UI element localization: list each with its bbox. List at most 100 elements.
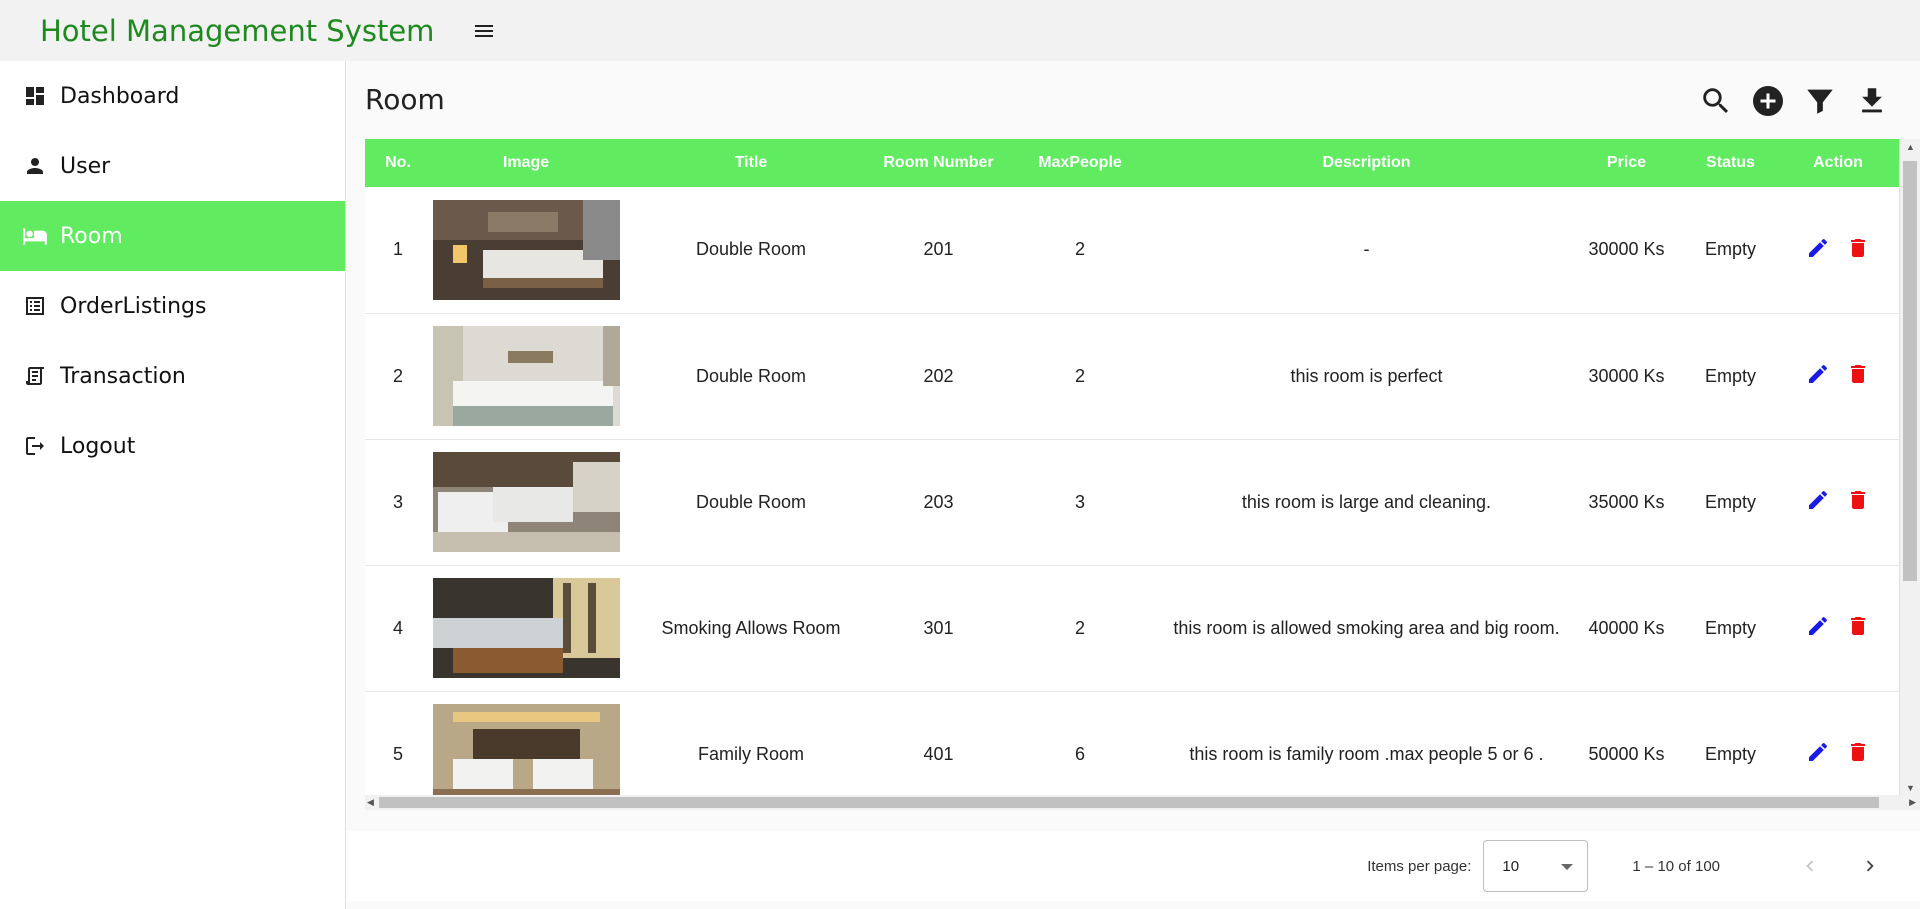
cell-max-people: 6: [1074, 743, 1085, 764]
cell-max-people: 2: [1074, 365, 1085, 386]
room-table: No. Image Title Room Number MaxPeople De…: [365, 139, 1920, 810]
sidebar-item-room[interactable]: Room: [0, 201, 345, 271]
sidebar-item-logout[interactable]: Logout: [0, 411, 345, 481]
vertical-scrollbar-thumb[interactable]: [1903, 161, 1917, 581]
delete-icon[interactable]: [1845, 487, 1871, 513]
sidebar-item-transaction[interactable]: Transaction: [0, 341, 345, 411]
edit-icon[interactable]: [1805, 487, 1831, 513]
sidebar-item-label: User: [60, 153, 111, 179]
menu-icon[interactable]: [470, 17, 498, 45]
column-header-price[interactable]: Price: [1569, 139, 1684, 187]
sidebar-item-label: Logout: [60, 433, 136, 459]
cell-status: Empty: [1704, 365, 1756, 386]
items-per-page-label: Items per page:: [1367, 857, 1472, 875]
sidebar-item-label: OrderListings: [60, 293, 207, 319]
room-image: [432, 199, 620, 300]
items-per-page-value: 10: [1502, 857, 1520, 875]
cell-price: 40000 Ks: [1588, 617, 1665, 638]
sidebar-item-orderlistings[interactable]: OrderListings: [0, 271, 345, 341]
table-row: 5 Family Room 401 6 this room is family …: [365, 691, 1899, 810]
edit-icon[interactable]: [1805, 739, 1831, 765]
filter-icon[interactable]: [1802, 83, 1838, 119]
logout-icon: [22, 433, 48, 459]
dropdown-arrow-icon: [1561, 858, 1574, 875]
column-header-max-people[interactable]: MaxPeople: [996, 139, 1164, 187]
cell-room-number: 203: [923, 491, 954, 512]
sidebar-item-label: Room: [60, 223, 123, 249]
cell-no: 3: [392, 491, 403, 512]
cell-room-number: 201: [923, 239, 954, 260]
table-row: 1 Double Room 201 2 - 30000 Ks Empty: [365, 187, 1899, 313]
scroll-left-arrow-icon[interactable]: ◀: [367, 797, 374, 808]
column-header-action: Action: [1813, 154, 1863, 171]
table-toolbar: [1698, 83, 1890, 119]
cell-title: Double Room: [695, 365, 807, 386]
column-header-status[interactable]: Status: [1684, 139, 1777, 187]
cell-no: 2: [392, 365, 403, 386]
page-title: Room: [365, 83, 445, 116]
cell-max-people: 3: [1074, 491, 1085, 512]
cell-description: this room is large and cleaning.: [1241, 491, 1492, 512]
cell-no: 1: [392, 239, 403, 260]
cell-price: 50000 Ks: [1588, 743, 1665, 764]
sidebar-item-label: Transaction: [60, 363, 186, 389]
column-header-image[interactable]: Image: [431, 139, 621, 187]
cell-no: 5: [392, 743, 403, 764]
column-header-description[interactable]: Description: [1164, 139, 1569, 187]
edit-icon[interactable]: [1805, 613, 1831, 639]
main-content: Room No. Image Title Room Number MaxPeop…: [347, 61, 1920, 909]
column-header-room-number[interactable]: Room Number: [881, 139, 996, 187]
delete-icon[interactable]: [1845, 235, 1871, 261]
sidebar-item-label: Dashboard: [60, 83, 180, 109]
cell-title: Double Room: [695, 491, 807, 512]
cell-price: 35000 Ks: [1588, 491, 1665, 512]
cell-room-number: 202: [923, 365, 954, 386]
bed-icon: [22, 223, 48, 249]
horizontal-scrollbar[interactable]: ◀ ▶: [365, 795, 1920, 810]
cell-max-people: 2: [1074, 239, 1085, 260]
add-circle-icon[interactable]: [1750, 83, 1786, 119]
cell-room-number: 301: [923, 617, 954, 638]
delete-icon[interactable]: [1845, 739, 1871, 765]
cell-status: Empty: [1704, 491, 1756, 512]
table-row: 4 Smoking Allows Room 301 2 this room is…: [365, 565, 1899, 691]
column-header-no[interactable]: No.: [365, 139, 431, 187]
cell-status: Empty: [1704, 239, 1756, 260]
cell-title: Smoking Allows Room: [661, 617, 841, 638]
edit-icon[interactable]: [1805, 235, 1831, 261]
receipt-icon: [22, 363, 48, 389]
room-image: [432, 326, 620, 426]
scroll-right-arrow-icon[interactable]: ▶: [1909, 797, 1916, 808]
cell-description: this room is family room .max people 5 o…: [1189, 743, 1544, 764]
scroll-up-arrow-icon[interactable]: ▲: [1906, 142, 1915, 152]
sidebar-item-user[interactable]: User: [0, 131, 345, 201]
table-row: 3 Double Room 203 3 this room is large a…: [365, 439, 1899, 565]
chevron-left-icon: [1806, 860, 1814, 872]
room-image: [432, 704, 620, 804]
previous-page-button[interactable]: [1790, 846, 1830, 886]
next-page-button[interactable]: [1850, 846, 1890, 886]
cell-price: 30000 Ks: [1588, 365, 1665, 386]
cell-title: Family Room: [697, 743, 804, 764]
download-icon[interactable]: [1854, 83, 1890, 119]
dashboard-icon: [22, 83, 48, 109]
room-image: [432, 452, 620, 552]
sidebar-item-dashboard[interactable]: Dashboard: [0, 61, 345, 131]
column-header-title[interactable]: Title: [621, 139, 881, 187]
sidebar: Dashboard User Room OrderListings Transa…: [0, 61, 346, 909]
delete-icon[interactable]: [1845, 613, 1871, 639]
cell-status: Empty: [1704, 617, 1756, 638]
items-per-page-select[interactable]: 10: [1483, 840, 1589, 892]
delete-icon[interactable]: [1845, 361, 1871, 387]
page-range-label: 1 – 10 of 100: [1632, 857, 1720, 875]
horizontal-scrollbar-thumb[interactable]: [379, 797, 1879, 808]
app-title: Hotel Management System: [40, 13, 435, 48]
cell-price: 30000 Ks: [1588, 239, 1665, 260]
vertical-scrollbar[interactable]: ▲ ▼: [1899, 139, 1920, 795]
room-image: [432, 578, 620, 678]
scroll-down-arrow-icon[interactable]: ▼: [1906, 783, 1915, 793]
paginator: Items per page: 10 1 – 10 of 100: [347, 831, 1920, 901]
search-icon[interactable]: [1698, 83, 1734, 119]
edit-icon[interactable]: [1805, 361, 1831, 387]
person-icon: [22, 153, 48, 179]
